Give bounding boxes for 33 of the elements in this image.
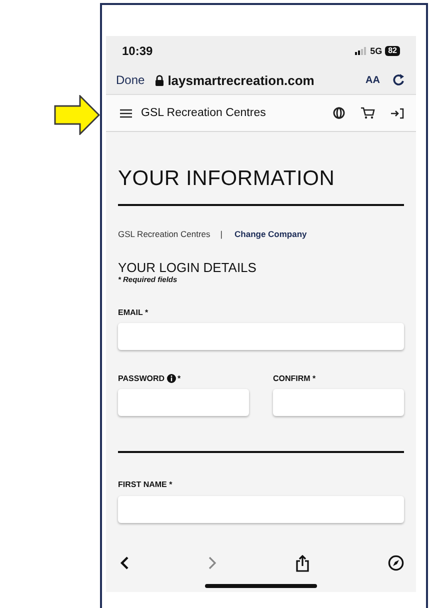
globe-icon[interactable] bbox=[333, 107, 345, 119]
input-field[interactable] bbox=[118, 323, 404, 350]
share-icon[interactable] bbox=[296, 554, 309, 572]
field-label: EMAIL * bbox=[118, 308, 148, 316]
site-title[interactable]: GSL Recreation Centres bbox=[141, 107, 266, 119]
network-label: 5G bbox=[370, 46, 382, 56]
field-label: CONFIRM * bbox=[273, 374, 316, 382]
input-field[interactable] bbox=[118, 389, 249, 416]
battery-level: 82 bbox=[385, 46, 400, 56]
company-name: GSL Recreation Centres bbox=[118, 229, 210, 239]
text-size-button[interactable]: AA bbox=[366, 74, 380, 86]
back-icon[interactable] bbox=[120, 556, 129, 570]
page-heading: YOUR INFORMATION bbox=[118, 167, 336, 191]
compass-icon[interactable] bbox=[388, 555, 404, 571]
menu-icon[interactable] bbox=[120, 108, 132, 118]
field-label: PASSWORD bbox=[118, 374, 165, 382]
url-text[interactable]: laysmartrecreation.com bbox=[168, 72, 314, 88]
field-label: FIRST NAME * bbox=[118, 480, 172, 489]
required-mark: * bbox=[178, 374, 181, 382]
signal-icon bbox=[355, 47, 368, 55]
login-icon[interactable] bbox=[391, 108, 404, 118]
done-button[interactable]: Done bbox=[116, 73, 145, 87]
change-company-link[interactable]: Change Company bbox=[234, 229, 307, 239]
cart-icon[interactable] bbox=[361, 107, 375, 119]
arrow-icon bbox=[54, 95, 100, 135]
input-field[interactable] bbox=[118, 496, 404, 522]
section-heading: YOUR LOGIN DETAILS bbox=[118, 260, 258, 275]
separator-text: | bbox=[220, 229, 223, 239]
reload-icon[interactable] bbox=[392, 73, 406, 87]
input-field[interactable] bbox=[273, 389, 404, 416]
info-icon[interactable] bbox=[166, 374, 176, 382]
clock-time: 10:39 bbox=[122, 44, 153, 58]
lock-icon bbox=[154, 74, 164, 86]
